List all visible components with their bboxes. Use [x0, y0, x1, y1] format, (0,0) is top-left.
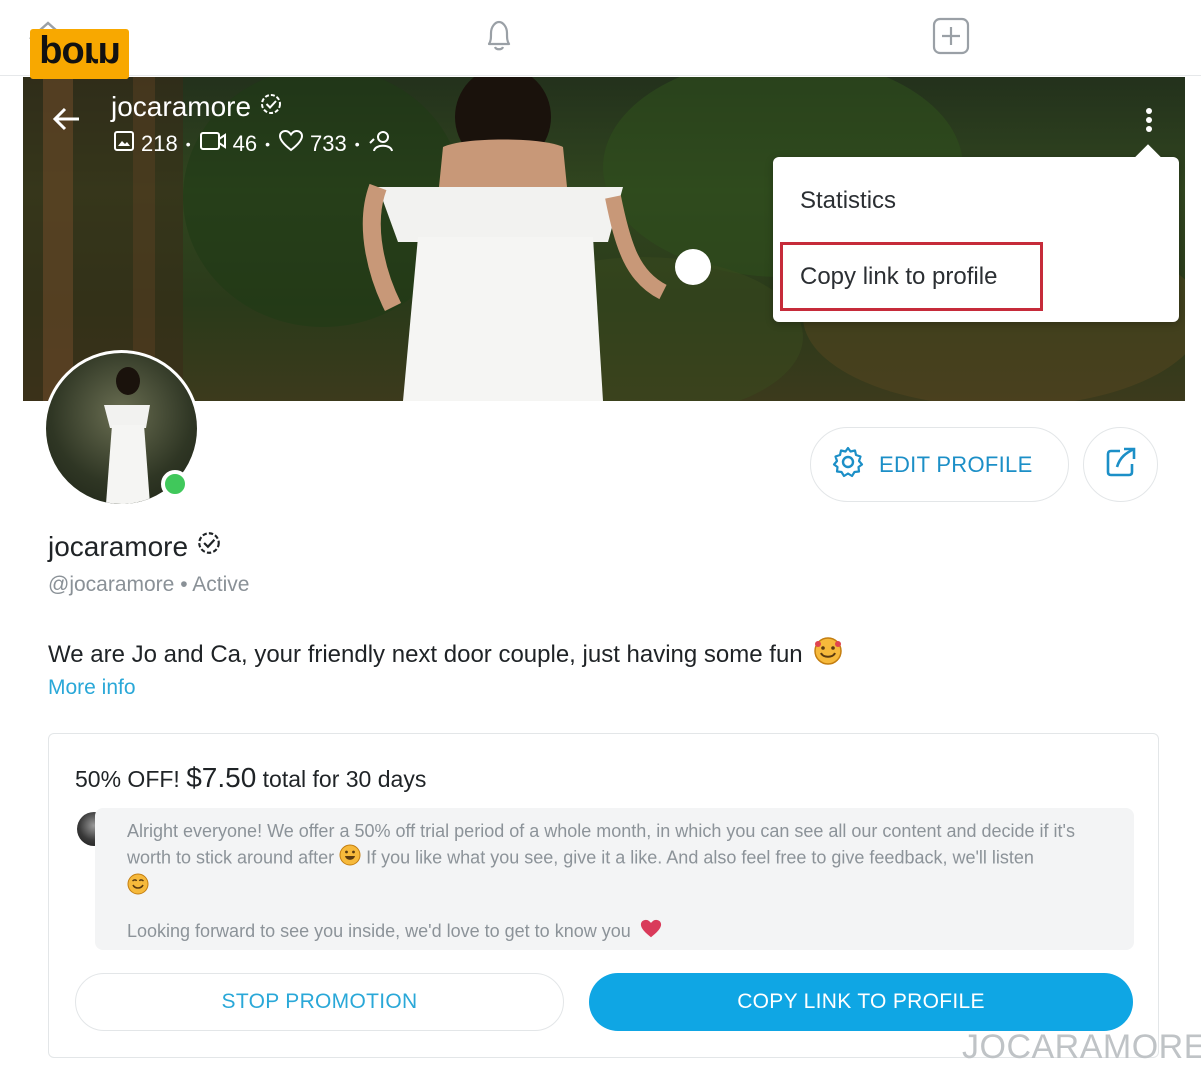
photo-icon	[113, 130, 135, 158]
cover-stats: 218 • 46 • 733 •	[113, 129, 394, 159]
profile-handle-row: @jocaramore • Active	[48, 573, 249, 597]
profile-handle: @jocaramore	[48, 573, 175, 596]
top-navigation	[0, 0, 1201, 76]
cover-username: jocaramore	[111, 91, 283, 123]
copy-link-button[interactable]: COPY LINK TO PROFILE	[589, 973, 1133, 1031]
profile-status: Active	[192, 573, 250, 596]
promotion-message: Alright everyone! We offer a 50% off tri…	[95, 808, 1134, 950]
promotion-duration: total for 30 days	[262, 766, 427, 792]
video-icon	[199, 130, 227, 158]
bell-icon[interactable]	[477, 14, 521, 58]
share-icon	[1104, 445, 1138, 484]
separator-dot: •	[185, 136, 191, 152]
gear-icon	[831, 445, 865, 485]
separator-dot: •	[265, 136, 271, 152]
more-info-link[interactable]: More info	[48, 676, 136, 700]
promotion-discount: 50% OFF!	[75, 766, 180, 792]
likes-count: 733	[310, 131, 347, 156]
profile-name-text: jocaramore	[48, 530, 189, 562]
videos-count: 46	[232, 131, 258, 156]
separator-dot: •	[180, 573, 193, 596]
grinning-emoji-icon	[339, 844, 361, 873]
add-post-icon[interactable]	[929, 14, 973, 58]
highlight-box	[780, 242, 1043, 311]
logo-text: porn	[39, 33, 120, 76]
cover-username-text: jocaramore	[111, 91, 252, 122]
photos-count: 218	[141, 131, 178, 156]
edit-profile-label: EDIT PROFILE	[879, 451, 1033, 477]
message-line-2: Looking forward to see you inside, we'd …	[127, 921, 631, 941]
heart-emoji-icon	[639, 918, 663, 945]
bio-text: We are Jo and Ca, your friendly next doo…	[48, 640, 803, 668]
separator-dot: •	[354, 136, 360, 152]
promotion-title: 50% OFF! $7.50 total for 30 days	[75, 762, 426, 794]
smiling-hearts-emoji-icon	[813, 636, 843, 673]
share-button[interactable]	[1083, 427, 1158, 502]
stop-promotion-button[interactable]: STOP PROMOTION	[75, 973, 564, 1031]
promotion-price: $7.50	[186, 762, 257, 793]
verified-icon	[196, 530, 222, 563]
logo-badge: porn	[30, 29, 129, 79]
more-options-icon[interactable]	[1139, 105, 1159, 139]
online-status-indicator	[161, 470, 189, 498]
profile-bio: We are Jo and Ca, your friendly next doo…	[48, 636, 843, 673]
edit-profile-button[interactable]: EDIT PROFILE	[810, 427, 1069, 502]
message-line-2-row: Looking forward to see you inside, we'd …	[127, 918, 663, 945]
message-line-1b: If you like what you see, give it a like…	[366, 847, 1034, 868]
fans-icon	[368, 129, 394, 159]
smile-emoji-icon	[127, 873, 149, 902]
promotion-message-text: Alright everyone! We offer a 50% off tri…	[127, 818, 1122, 902]
profile-name: jocaramore	[48, 530, 222, 563]
promotion-card: 50% OFF! $7.50 total for 30 days Alright…	[48, 733, 1159, 1058]
back-arrow-icon[interactable]	[51, 103, 83, 140]
watermark: JOCARAMORE	[962, 1028, 1201, 1066]
heart-icon	[278, 129, 304, 159]
menu-item-statistics[interactable]: Statistics	[800, 187, 896, 215]
verified-icon	[259, 91, 283, 123]
